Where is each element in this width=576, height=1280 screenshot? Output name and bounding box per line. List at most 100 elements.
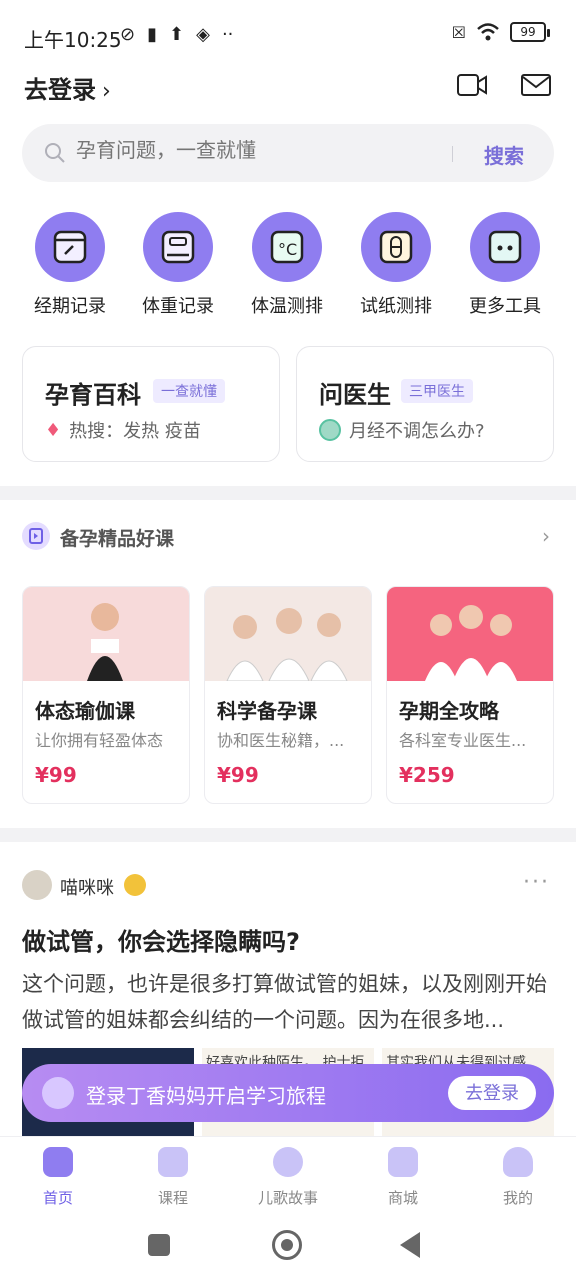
scale-icon	[143, 212, 213, 282]
calendar-icon	[35, 212, 105, 282]
course-title: 体态瑜伽课	[35, 699, 135, 723]
badge-icon	[124, 874, 146, 896]
search-bar[interactable]: 搜索	[22, 124, 554, 182]
wifi-icon	[477, 23, 499, 41]
person-icon	[503, 1147, 533, 1177]
hot-search-text: 热搜：发热 疫苗	[69, 421, 201, 442]
tab-courses[interactable]: 课程	[123, 1147, 223, 1208]
svg-text:°C: °C	[278, 240, 297, 259]
doctor-avatar	[319, 419, 341, 441]
chevron-right-icon: ›	[102, 79, 111, 104]
tool-temperature[interactable]: °C 体温测排	[237, 212, 337, 318]
course-description: 各科室专业医生...	[399, 731, 527, 750]
course-price: ¥259	[399, 763, 455, 787]
status-notification-icons: ⊘ ▮ ⬆ ◈ ··	[120, 24, 233, 45]
status-bar: 上午10:25 ⊘ ▮ ⬆ ◈ ·· ☒ 99	[0, 0, 576, 70]
system-nav-bar	[0, 1216, 576, 1280]
music-icon	[273, 1147, 303, 1177]
more-tools-icon	[470, 212, 540, 282]
tab-label: 课程	[157, 1189, 188, 1207]
mail-icon[interactable]	[520, 72, 552, 98]
recent-apps-icon[interactable]	[148, 1234, 170, 1256]
section-divider	[0, 828, 576, 842]
user-avatar-icon	[42, 1077, 74, 1109]
login-link[interactable]: 去登录 ›	[24, 70, 111, 105]
top-bar: 去登录 ›	[0, 64, 576, 108]
doctor-question: 月经不调怎么办?	[349, 421, 485, 442]
home-button-icon[interactable]	[272, 1230, 302, 1260]
course-price: ¥99	[217, 763, 259, 787]
tool-label: 更多工具	[469, 296, 541, 317]
tab-label: 我的	[502, 1189, 533, 1207]
status-system-icons: ☒ 99	[451, 22, 550, 42]
chevron-right-icon[interactable]: ›	[542, 524, 550, 548]
tool-label: 试纸测排	[360, 296, 432, 317]
post-title[interactable]: 做试管，你会选择隐瞒吗?	[22, 922, 300, 957]
login-banner-text: 登录丁香妈妈开启学习旅程	[86, 1084, 326, 1108]
upload-icon: ⬆	[169, 24, 185, 45]
doctor-card[interactable]: 问医生 三甲医生 月经不调怎么办?	[296, 346, 554, 462]
encyclopedia-card[interactable]: 孕育百科 一查就懂 ♦ 热搜：发热 疫苗	[22, 346, 280, 462]
tab-label: 首页	[42, 1189, 73, 1207]
tool-label: 体重记录	[142, 296, 214, 317]
trash-icon: ▮	[147, 24, 157, 45]
card-subtitle: ♦ 热搜：发热 疫苗	[45, 417, 201, 443]
battery-icon: 99	[510, 22, 550, 42]
tab-mall[interactable]: 商城	[353, 1147, 453, 1208]
flame-icon: ♦	[45, 419, 62, 441]
no-sim-icon: ☒	[451, 22, 466, 42]
course-title: 孕期全攻略	[399, 699, 499, 723]
home-icon	[43, 1147, 73, 1177]
thermometer-icon: °C	[252, 212, 322, 282]
card-subtitle: 月经不调怎么办?	[319, 417, 485, 443]
tool-label: 经期记录	[34, 296, 106, 317]
course-section-title: 备孕精品好课	[60, 528, 175, 550]
section-divider	[0, 486, 576, 500]
course-title: 科学备孕课	[217, 699, 317, 723]
search-icon	[45, 143, 65, 163]
card-title: 问医生	[319, 381, 391, 409]
status-time: 上午10:25	[24, 28, 122, 52]
tool-more[interactable]: 更多工具	[455, 212, 555, 318]
course-image	[205, 587, 371, 681]
tab-home[interactable]: 首页	[8, 1147, 108, 1208]
post-body[interactable]: 这个问题，也许是很多打算做试管的姐妹，以及刚刚开始做试管的姐妹都会纠结的一个问题…	[22, 966, 554, 1038]
post-header: 喵咪咪 ···	[22, 870, 554, 904]
video-icon[interactable]	[456, 72, 488, 98]
avatar[interactable]	[22, 870, 52, 900]
course-image	[23, 587, 189, 681]
course-description: 协和医生秘籍，...	[217, 731, 345, 750]
shopping-bag-icon	[388, 1147, 418, 1177]
login-button[interactable]: 去登录	[448, 1076, 536, 1110]
tool-weight-record[interactable]: 体重记录	[128, 212, 228, 318]
tools-row: 经期记录 体重记录 °C 体温测排 试纸测排 更多工具	[0, 212, 576, 322]
post-username[interactable]: 喵咪咪	[60, 874, 114, 900]
more-notifications-icon: ··	[221, 24, 234, 45]
tab-profile[interactable]: 我的	[468, 1147, 568, 1208]
search-input[interactable]	[76, 140, 436, 163]
course-image	[387, 587, 553, 681]
card-tag: 一查就懂	[153, 379, 225, 403]
card-title: 孕育百科	[45, 381, 141, 409]
login-banner[interactable]: 登录丁香妈妈开启学习旅程 去登录	[22, 1064, 554, 1122]
mute-alarm-icon: ⊘	[120, 24, 136, 45]
app-notification-icon: ◈	[196, 24, 210, 45]
course-card[interactable]: 科学备孕课 协和医生秘籍，... ¥99	[204, 586, 372, 804]
course-icon	[22, 522, 50, 550]
tool-label: 体温测排	[251, 296, 323, 317]
course-card[interactable]: 体态瑜伽课 让你拥有轻盈体态 ¥99	[22, 586, 190, 804]
tool-test-strip[interactable]: 试纸测排	[346, 212, 446, 318]
tool-period-record[interactable]: 经期记录	[20, 212, 120, 318]
bottom-tab-bar: 首页 课程 儿歌故事 商城 我的	[0, 1136, 576, 1216]
course-section-header[interactable]: 备孕精品好课 ›	[22, 518, 554, 554]
course-price: ¥99	[35, 763, 77, 787]
search-button[interactable]: 搜索	[484, 140, 524, 169]
course-card[interactable]: 孕期全攻略 各科室专业医生... ¥259	[386, 586, 554, 804]
login-label: 去登录	[24, 76, 96, 104]
more-options-icon[interactable]: ···	[523, 870, 550, 895]
tab-songs-stories[interactable]: 儿歌故事	[238, 1147, 338, 1208]
tab-label: 儿歌故事	[257, 1189, 318, 1207]
back-icon[interactable]	[400, 1232, 420, 1258]
search-divider	[452, 146, 453, 162]
tab-label: 商城	[387, 1189, 418, 1207]
